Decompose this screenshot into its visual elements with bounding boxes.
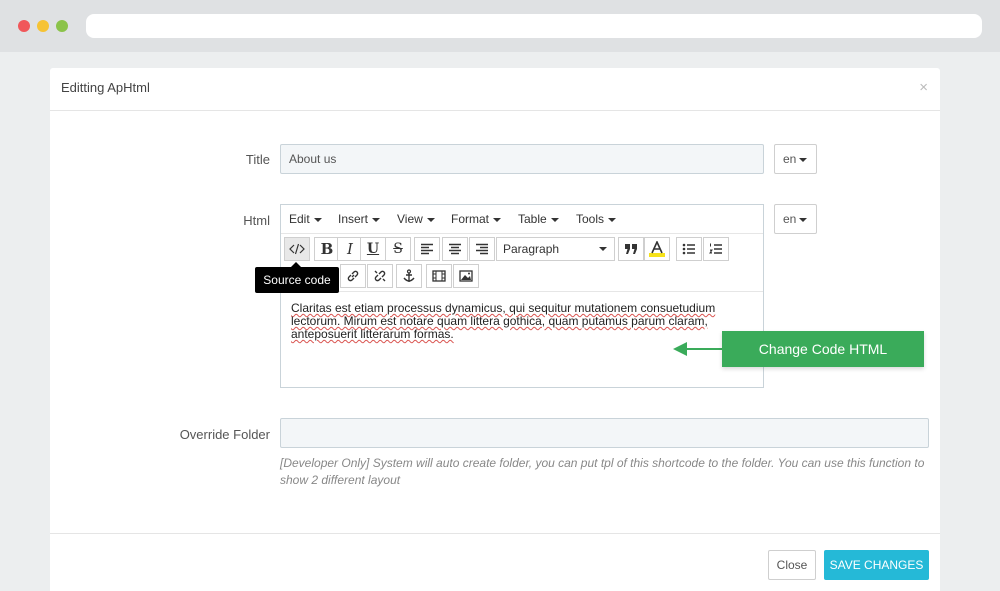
menu-insert-label: Insert (338, 212, 369, 226)
save-changes-button[interactable]: SAVE CHANGES (824, 550, 929, 580)
modal-title: Editting ApHtml (61, 80, 150, 95)
link-icon[interactable] (340, 264, 366, 288)
window-minimize-dot[interactable] (37, 20, 49, 32)
title-input[interactable]: About us (280, 144, 764, 174)
browser-title-bar (0, 0, 1000, 52)
title-label: Title (245, 152, 270, 167)
underline-icon[interactable]: U (360, 237, 386, 261)
align-right-icon[interactable] (469, 237, 495, 261)
modal-header: Editting ApHtml × (50, 68, 940, 111)
chevron-down-icon (493, 217, 502, 222)
close-button[interactable]: Close (768, 550, 816, 580)
override-folder-input[interactable] (280, 418, 929, 448)
html-language-label: en (783, 212, 797, 226)
menu-table-label: Table (518, 212, 547, 226)
numbered-list-icon[interactable] (703, 237, 729, 261)
menu-edit[interactable]: Edit (289, 212, 322, 226)
menu-format-label: Format (451, 212, 490, 226)
align-left-icon[interactable] (414, 237, 440, 261)
blockquote-icon[interactable] (618, 237, 644, 261)
anchor-icon[interactable] (396, 264, 422, 288)
chevron-down-icon (799, 157, 808, 162)
chevron-down-icon (799, 217, 808, 222)
menu-tools-label: Tools (576, 212, 605, 226)
chevron-down-icon (550, 217, 559, 222)
window-close-dot[interactable] (18, 20, 30, 32)
menu-view-label: View (397, 212, 423, 226)
close-icon[interactable]: × (919, 79, 928, 96)
editor-content-text: Claritas est etiam processus dynamicus, … (291, 301, 716, 341)
edit-modal: Editting ApHtml × Title About us en Html… (50, 68, 940, 591)
override-folder-label: Override Folder (179, 427, 270, 442)
rich-text-editor: Edit Insert View Format Table Tools B I … (280, 204, 764, 388)
editor-menubar: Edit Insert View Format Table Tools (281, 205, 763, 234)
title-language-label: en (783, 152, 797, 166)
chevron-down-icon (372, 217, 381, 222)
chevron-down-icon (426, 217, 435, 222)
override-folder-help-text: [Developer Only] System will auto create… (280, 456, 925, 487)
menu-edit-label: Edit (289, 212, 310, 226)
unlink-icon[interactable] (367, 264, 393, 288)
format-select[interactable]: Paragraph (496, 237, 615, 261)
chevron-down-icon (599, 247, 607, 251)
chevron-down-icon (608, 217, 617, 222)
media-icon[interactable] (426, 264, 452, 288)
callout-arrow-head (673, 342, 687, 356)
window-maximize-dot[interactable] (56, 20, 68, 32)
strikethrough-icon[interactable]: S (385, 237, 411, 261)
callout-arrow-line (686, 348, 722, 350)
source-code-tooltip: Source code (255, 262, 339, 293)
address-bar[interactable] (86, 14, 982, 38)
align-center-icon[interactable] (442, 237, 468, 261)
menu-table[interactable]: Table (518, 212, 559, 226)
html-label: Html (243, 213, 270, 228)
bullet-list-icon[interactable] (676, 237, 702, 261)
title-language-dropdown[interactable]: en (774, 144, 817, 174)
menu-view[interactable]: View (397, 212, 435, 226)
source-code-icon[interactable] (284, 237, 310, 261)
format-select-value: Paragraph (503, 242, 560, 256)
text-color-icon[interactable] (644, 237, 670, 261)
image-icon[interactable] (453, 264, 479, 288)
change-code-callout: Change Code HTML (722, 331, 924, 367)
editor-content-area[interactable]: Claritas est etiam processus dynamicus, … (281, 291, 763, 387)
menu-insert[interactable]: Insert (338, 212, 381, 226)
modal-footer: Close SAVE CHANGES (50, 533, 940, 591)
menu-format[interactable]: Format (451, 212, 502, 226)
html-language-dropdown[interactable]: en (774, 204, 817, 234)
menu-tools[interactable]: Tools (576, 212, 617, 226)
chevron-down-icon (313, 217, 322, 222)
